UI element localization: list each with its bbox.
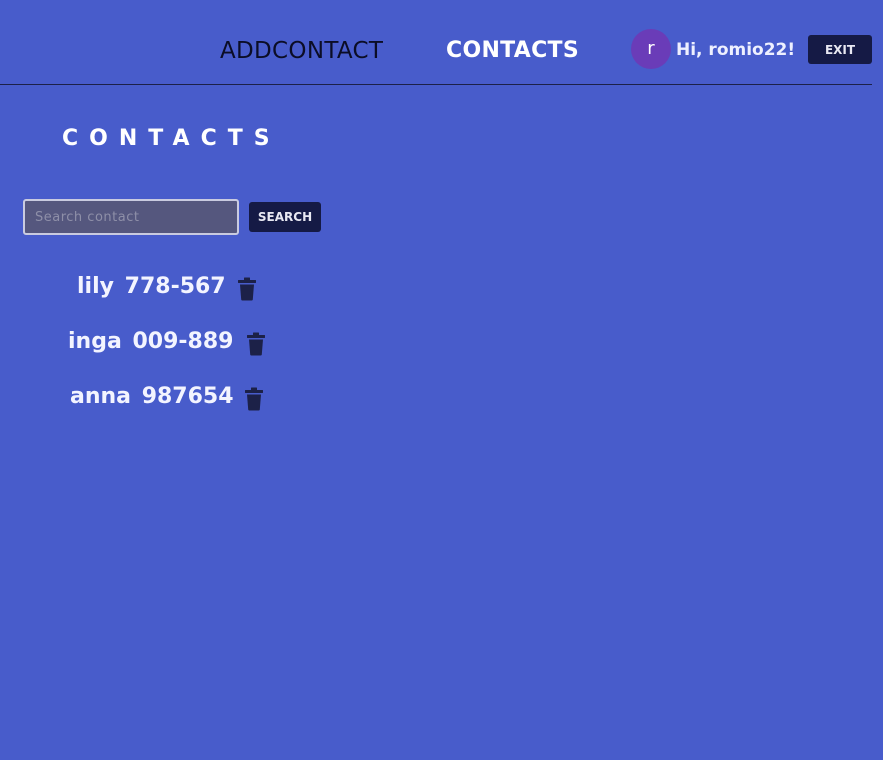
- contact-name: lily: [77, 274, 114, 299]
- delete-contact-button[interactable]: [245, 332, 267, 356]
- contact-info: anna 987654: [70, 380, 234, 414]
- avatar: r: [631, 29, 671, 69]
- contact-number: 778-567: [124, 274, 226, 299]
- nav-add-contact-link[interactable]: ADDCONTACT: [220, 34, 383, 68]
- contact-name: inga: [68, 329, 122, 354]
- contact-info: inga 009-889: [68, 325, 233, 359]
- delete-contact-button[interactable]: [236, 277, 258, 301]
- search-button[interactable]: SEARCH: [249, 202, 321, 232]
- nav-contacts-link[interactable]: CONTACTS: [446, 34, 579, 68]
- exit-button[interactable]: EXIT: [808, 35, 872, 64]
- user-greeting: Hi, romio22!: [676, 40, 796, 60]
- trash-icon: [238, 277, 256, 301]
- contact-number: 009-889: [132, 329, 234, 354]
- contact-name: anna: [70, 384, 132, 409]
- contact-number: 987654: [141, 384, 234, 409]
- page-title: CONTACTS: [62, 126, 281, 151]
- search-input[interactable]: [23, 199, 239, 235]
- delete-contact-button[interactable]: [243, 387, 265, 411]
- app-header: ADDCONTACT CONTACTS r Hi, romio22! EXIT: [0, 0, 872, 85]
- trash-icon: [247, 332, 265, 356]
- contact-info: lily 778-567: [77, 270, 226, 304]
- trash-icon: [245, 387, 263, 411]
